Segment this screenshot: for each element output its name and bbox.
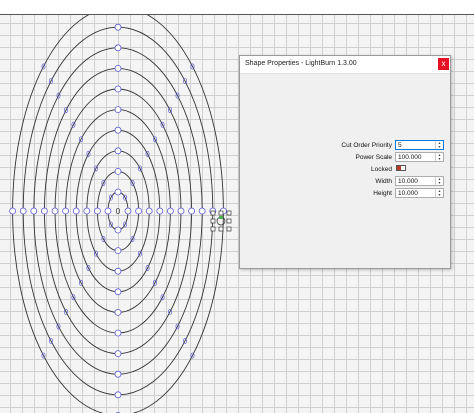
node-marker [114,126,122,134]
node-marker [114,147,122,155]
height-value: 10.000 [398,190,418,197]
power-scale-input[interactable]: 100.000 ▴ ▾ [395,152,444,162]
height-label: Height [373,190,392,197]
selection-handle [226,210,232,216]
node-marker [114,23,122,31]
node-marker [114,329,122,337]
dialog-title: Shape Properties - LightBurn 1.3.00 [245,60,357,67]
node-marker [114,391,122,399]
top-bar [0,0,474,15]
node-marker [114,247,122,255]
spinner-arrows-icon[interactable]: ▴ ▾ [435,153,443,161]
selection-handle [218,226,224,232]
cut-order-priority-label: Cut Order Priority [341,142,392,149]
node-marker [114,288,122,296]
node-marker [94,207,101,215]
node-marker [177,207,185,215]
shape-properties-dialog: Shape Properties - LightBurn 1.3.00 x Cu… [239,55,451,269]
width-input[interactable]: 10.000 ▴ ▾ [395,176,444,186]
node-marker [19,207,27,215]
power-scale-label: Power Scale [355,154,393,161]
center-label: 0 [116,207,121,216]
node-marker [114,167,122,175]
selection-handle [226,218,232,224]
close-icon: x [441,59,446,68]
spinner-arrows-icon[interactable]: ▴ ▾ [435,189,443,197]
node-marker [72,207,80,215]
node-marker [114,65,122,72]
node-marker [166,207,174,215]
node-marker [30,207,38,215]
node-marker [124,207,132,215]
selection-handle [210,210,216,216]
node-marker [198,207,206,215]
node-marker [83,207,91,215]
row-locked: Locked [240,164,450,175]
row-cut-order-priority: Cut Order Priority 5 ▴ ▾ [240,140,450,151]
spinner-arrows-icon[interactable]: ▴ ▾ [435,141,443,149]
locked-label: Locked [371,166,392,173]
node-marker [114,85,122,93]
selection-handle [218,210,224,216]
cut-order-priority-value: 5 [398,142,402,149]
node-marker [114,308,122,316]
node-marker [114,44,122,52]
node-marker [62,207,69,215]
width-label: Width [375,178,392,185]
selection-handle [210,218,216,224]
row-power-scale: Power Scale 100.000 ▴ ▾ [240,152,450,163]
dialog-titlebar[interactable]: Shape Properties - LightBurn 1.3.00 x [240,56,450,74]
node-marker [114,350,122,358]
node-marker [114,267,122,275]
node-marker [114,226,122,234]
selection-center-marker [219,216,223,219]
width-value: 10.000 [398,178,418,185]
power-scale-value: 100.000 [398,154,422,161]
selection-handle [226,226,232,232]
row-width: Width 10.000 ▴ ▾ [240,176,450,187]
node-marker [41,207,48,215]
close-button[interactable]: x [438,58,449,70]
node-marker [9,207,17,215]
node-marker [114,188,122,196]
cut-order-priority-input[interactable]: 5 ▴ ▾ [395,140,444,150]
node-marker [156,207,164,215]
locked-toggle[interactable] [396,165,406,171]
node-marker [114,106,122,113]
height-input[interactable]: 10.000 ▴ ▾ [395,188,444,198]
selection-handle [210,226,216,232]
row-height: Height 10.000 ▴ ▾ [240,188,450,199]
node-marker [145,207,153,215]
node-marker [135,207,143,215]
toggle-knob [397,166,401,170]
node-marker [188,207,196,215]
node-marker [114,370,122,378]
node-marker [104,207,112,215]
node-marker [51,207,59,215]
spinner-arrows-icon[interactable]: ▴ ▾ [435,177,443,185]
